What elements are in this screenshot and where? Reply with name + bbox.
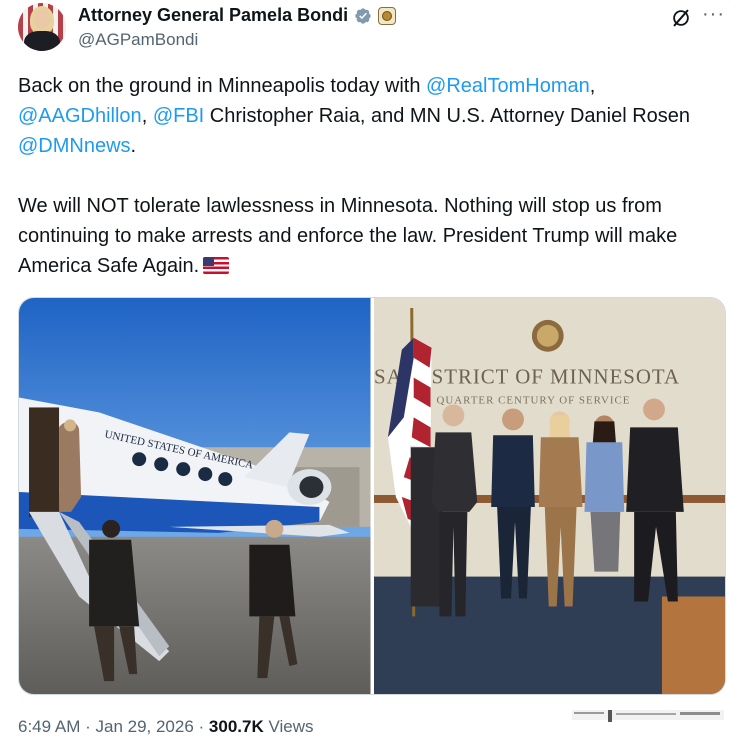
separator: · [193,717,209,736]
more-options-icon[interactable]: ··· [702,3,725,26]
author-display-name[interactable]: Attorney General Pamela Bondi [78,5,348,26]
post-time[interactable]: 6:49 AM [18,717,80,736]
photo-airplane-tarmac[interactable]: UNITED STATES OF AMERICA [19,298,371,694]
mention-realtomhoman[interactable]: @RealTomHoman [426,75,590,97]
text-segment: , [141,105,153,127]
text-segment: We will NOT tolerate lawlessness in Minn… [18,195,678,277]
tweet-header: Attorney General Pamela Bondi @AGPamBond… [18,3,728,53]
views-label: Views [263,717,314,736]
author-handle[interactable]: @AGPamBondi [78,30,198,50]
us-flag-emoji [203,257,230,274]
grok-icon[interactable] [670,7,692,29]
government-affiliation-icon [378,6,397,25]
author-name-row: Attorney General Pamela Bondi [78,5,397,26]
mention-dmnnews[interactable]: @DMNnews [18,135,131,157]
mention-aagdhillon[interactable]: @AAGDhillon [18,105,142,127]
wall-subtext: QUARTER CENTURY OF SERVICE [436,394,630,406]
text-segment: , [589,75,596,97]
tweet-meta: 6:49 AM · Jan 29, 2026 · 300.7K Views [18,717,314,737]
watermark-icon [572,710,724,722]
tweet-text: Back on the ground in Minneapolis today … [18,71,728,281]
separator: · [80,717,96,736]
media-gallery: UNITED STATES OF AMERICA SA DISTRICT OF … [18,297,726,695]
text-segment: . [130,135,137,157]
post-date[interactable]: Jan 29, 2026 [95,717,193,736]
tweet-paragraph-1: Back on the ground in Minneapolis today … [18,71,728,161]
text-segment: Christopher Raia, and MN U.S. Attorney D… [204,105,691,127]
photo-minnesota-office-group[interactable]: SA DISTRICT OF MINNESOTA QUARTER CENTURY… [373,298,725,694]
tweet-paragraph-2: We will NOT tolerate lawlessness in Minn… [18,191,728,281]
avatar[interactable] [18,3,66,51]
mention-fbi[interactable]: @FBI [153,105,204,127]
verified-badge-icon [355,7,371,24]
views-count: 300.7K [208,717,264,736]
text-segment: Back on the ground in Minneapolis today … [18,75,427,97]
